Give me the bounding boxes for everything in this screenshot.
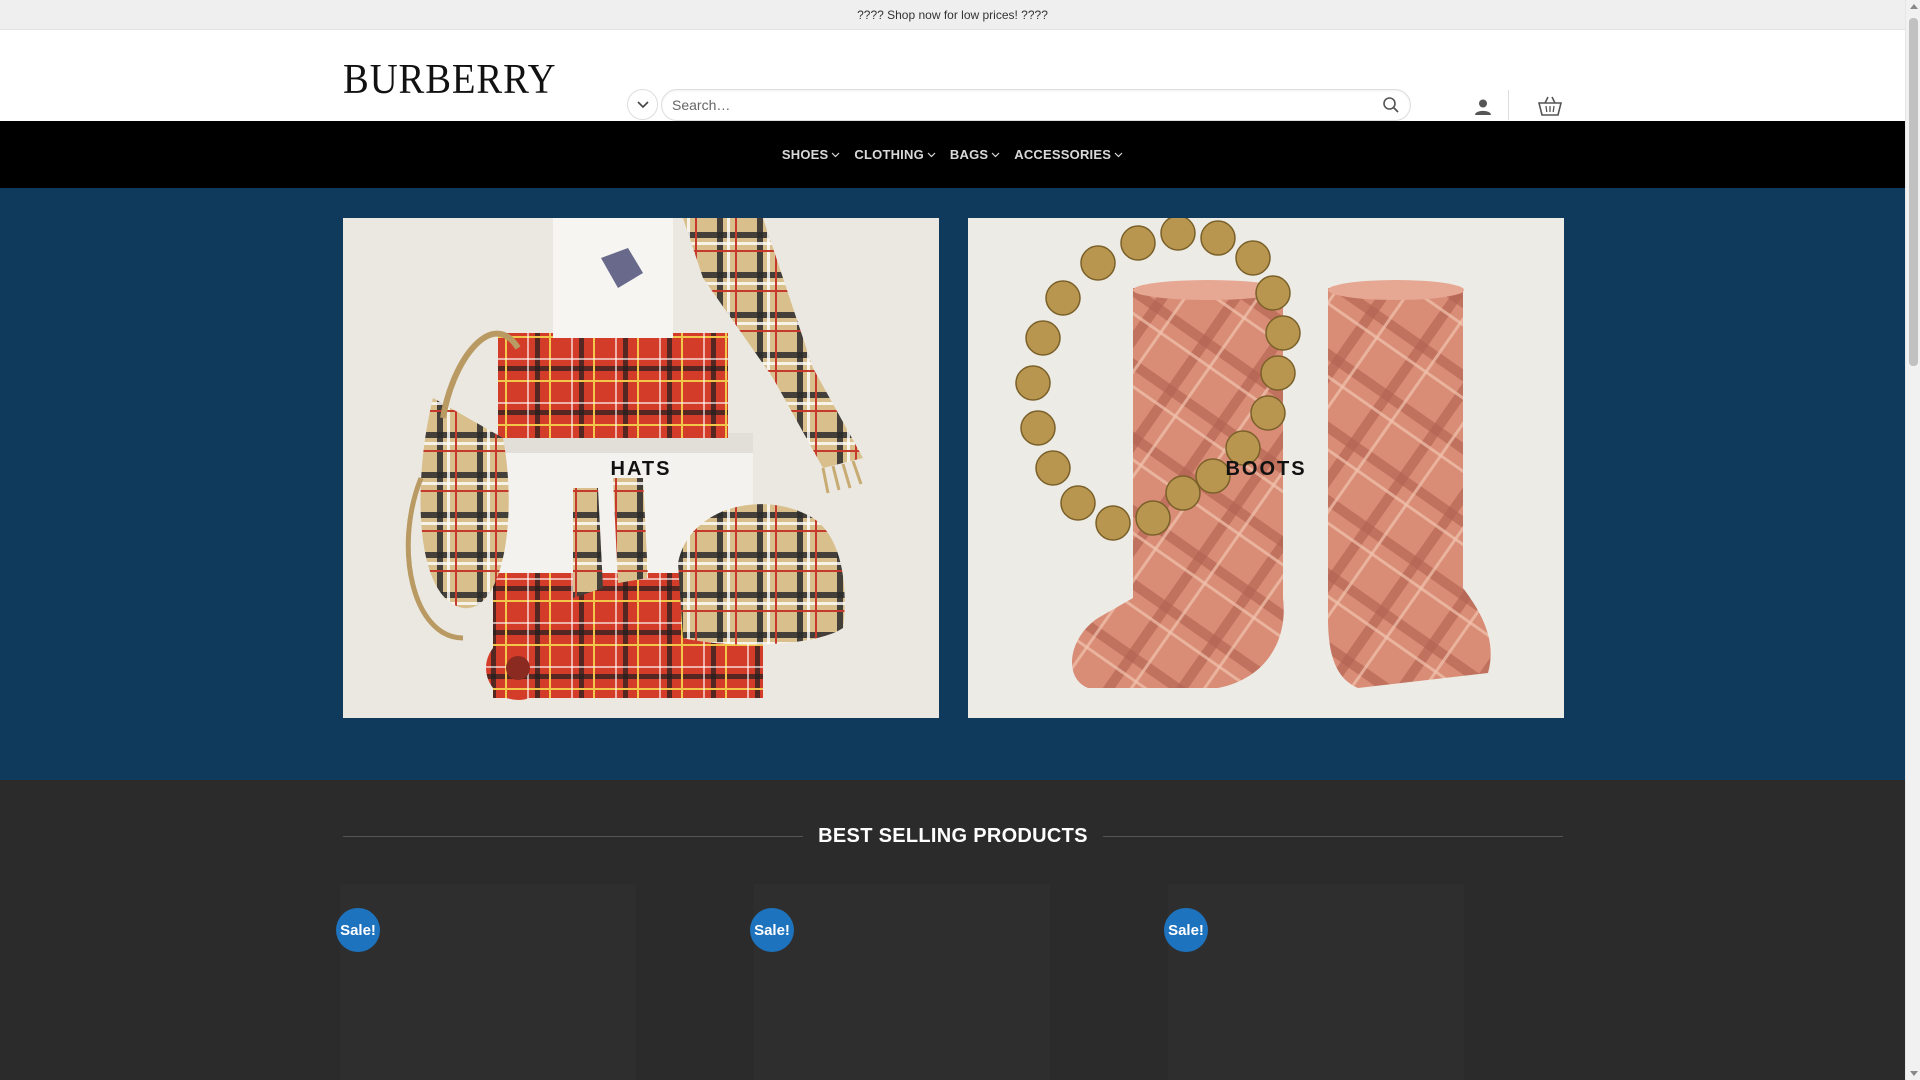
nav-label: CLOTHING [854, 147, 924, 162]
search-input[interactable] [662, 90, 1342, 120]
heading-rule-left [343, 835, 804, 837]
category-tile-boots[interactable]: BOOTS [968, 218, 1564, 718]
product-card[interactable]: Sale! [1164, 884, 1464, 1080]
search-icon [1383, 97, 1399, 113]
chevron-down-icon [831, 152, 840, 157]
user-icon [1475, 99, 1491, 115]
category-dropdown-button[interactable] [627, 89, 658, 120]
brand-logo[interactable]: BURBERRY [343, 54, 561, 106]
best-selling-section: BEST SELLING PRODUCTS Sale! Sale! Sale! [0, 780, 1905, 1080]
top-announcement-bar: ???? Shop now for low prices! ???? [0, 0, 1905, 30]
page: ???? Shop now for low prices! ???? BURBE… [0, 0, 1905, 1080]
nav-item-bags[interactable]: BAGS [950, 147, 1000, 162]
scroll-down-arrow-icon[interactable] [1910, 1071, 1918, 1076]
nav-item-shoes[interactable]: SHOES [782, 147, 841, 162]
sale-badge: Sale! [336, 908, 380, 952]
nav-label: BAGS [949, 147, 989, 162]
basket-icon [1538, 96, 1562, 116]
category-tile-hats[interactable]: HATS [343, 218, 939, 718]
account-button[interactable] [1472, 96, 1494, 118]
chevron-down-icon [1114, 152, 1123, 157]
section-heading: BEST SELLING PRODUCTS [343, 824, 1563, 848]
scrollbar-thumb[interactable] [1909, 18, 1918, 366]
nav-item-accessories[interactable]: ACCESSORIES [1014, 147, 1123, 162]
cart-button[interactable] [1537, 93, 1563, 119]
announcement-text: ???? Shop now for low prices! ???? [857, 7, 1048, 22]
chevron-down-icon [636, 100, 649, 108]
chevron-down-icon [991, 152, 1000, 157]
site-header: BURBERRY [0, 30, 1905, 121]
product-card[interactable]: Sale! [336, 884, 636, 1080]
sale-badge: Sale! [1164, 908, 1208, 952]
vertical-scrollbar[interactable] [1905, 0, 1920, 1080]
logo-text: BURBERRY [343, 57, 557, 103]
scroll-up-arrow-icon[interactable] [1910, 4, 1918, 9]
search-bar [661, 89, 1411, 121]
category-banner: HATS BOOTS [0, 188, 1905, 780]
nav-label: SHOES [781, 147, 829, 162]
section-title: BEST SELLING PRODUCTS [818, 824, 1088, 847]
product-card[interactable]: Sale! [750, 884, 1050, 1080]
header-divider [1508, 90, 1509, 120]
category-label-hats: HATS [610, 458, 672, 480]
category-label-boots: BOOTS [1225, 458, 1307, 480]
main-navigation: SHOES CLOTHING BAGS ACCESSORIES [0, 121, 1905, 188]
nav-item-clothing[interactable]: CLOTHING [854, 147, 936, 162]
sale-badge: Sale! [750, 908, 794, 952]
search-button[interactable] [1380, 94, 1402, 116]
nav-label: ACCESSORIES [1014, 147, 1112, 162]
chevron-down-icon [927, 152, 936, 157]
heading-rule-right [1102, 835, 1563, 837]
